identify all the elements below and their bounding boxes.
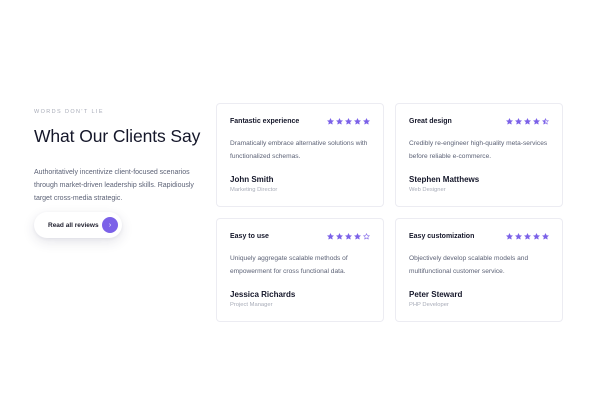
star-filled-icon (533, 233, 540, 240)
star-filled-icon (533, 118, 540, 125)
star-filled-icon (345, 233, 352, 240)
star-filled-icon (336, 233, 343, 240)
star-rating (506, 233, 549, 240)
read-all-reviews-button[interactable]: Read all reviews › (34, 212, 122, 238)
star-filled-icon (336, 118, 343, 125)
review-title: Fantastic experience (230, 118, 300, 125)
star-filled-icon (345, 118, 352, 125)
review-title: Great design (409, 118, 452, 125)
star-rating (327, 233, 370, 240)
review-card: Great design Credibly re-engineer high-q… (395, 103, 563, 207)
review-card: Easy to use Uniquely aggregate scalable … (216, 218, 384, 322)
eyebrow-label: WORDS DON'T LIE (34, 109, 104, 115)
review-title: Easy customization (409, 233, 475, 240)
review-text: Uniquely aggregate scalable methods of e… (230, 255, 348, 275)
reviewer-name: John Smith (230, 175, 274, 184)
star-rating (506, 118, 549, 125)
review-title: Easy to use (230, 233, 269, 240)
star-filled-icon (506, 118, 513, 125)
reviewer-role: PHP Developer (409, 302, 449, 308)
reviewer-role: Project Manager (230, 302, 273, 308)
star-half-icon (542, 118, 549, 125)
star-filled-icon (524, 118, 531, 125)
star-rating (327, 118, 370, 125)
read-all-reviews-label: Read all reviews (48, 221, 99, 229)
reviewer-name: Jessica Richards (230, 290, 296, 299)
star-filled-icon (354, 118, 361, 125)
review-card: Easy customization Objectively develop s… (395, 218, 563, 322)
star-filled-icon (506, 233, 513, 240)
review-text: Objectively develop scalable models and … (409, 255, 529, 275)
reviewer-role: Web Designer (409, 187, 446, 193)
section-title: What Our Clients Say (34, 126, 201, 146)
chevron-right-icon: › (102, 217, 118, 233)
star-filled-icon (327, 233, 334, 240)
reviewer-name: Peter Steward (409, 290, 463, 299)
star-filled-icon (542, 233, 549, 240)
review-card: Fantastic experience Dramatically embrac… (216, 103, 384, 207)
star-filled-icon (515, 233, 522, 240)
star-filled-icon (515, 118, 522, 125)
reviewer-name: Stephen Matthews (409, 175, 480, 184)
star-filled-icon (363, 118, 370, 125)
star-filled-icon (354, 233, 361, 240)
star-outline-icon (363, 233, 370, 240)
review-text: Credibly re-engineer high-quality meta-s… (409, 140, 548, 160)
intro-section: WORDS DON'T LIE What Our Clients Say Aut… (34, 109, 209, 205)
reviewer-role: Marketing Director (230, 187, 278, 193)
star-filled-icon (524, 233, 531, 240)
star-filled-icon (327, 118, 334, 125)
review-text: Dramatically embrace alternative solutio… (230, 140, 368, 160)
section-description: Authoritatively incentivize client-focus… (34, 169, 194, 202)
